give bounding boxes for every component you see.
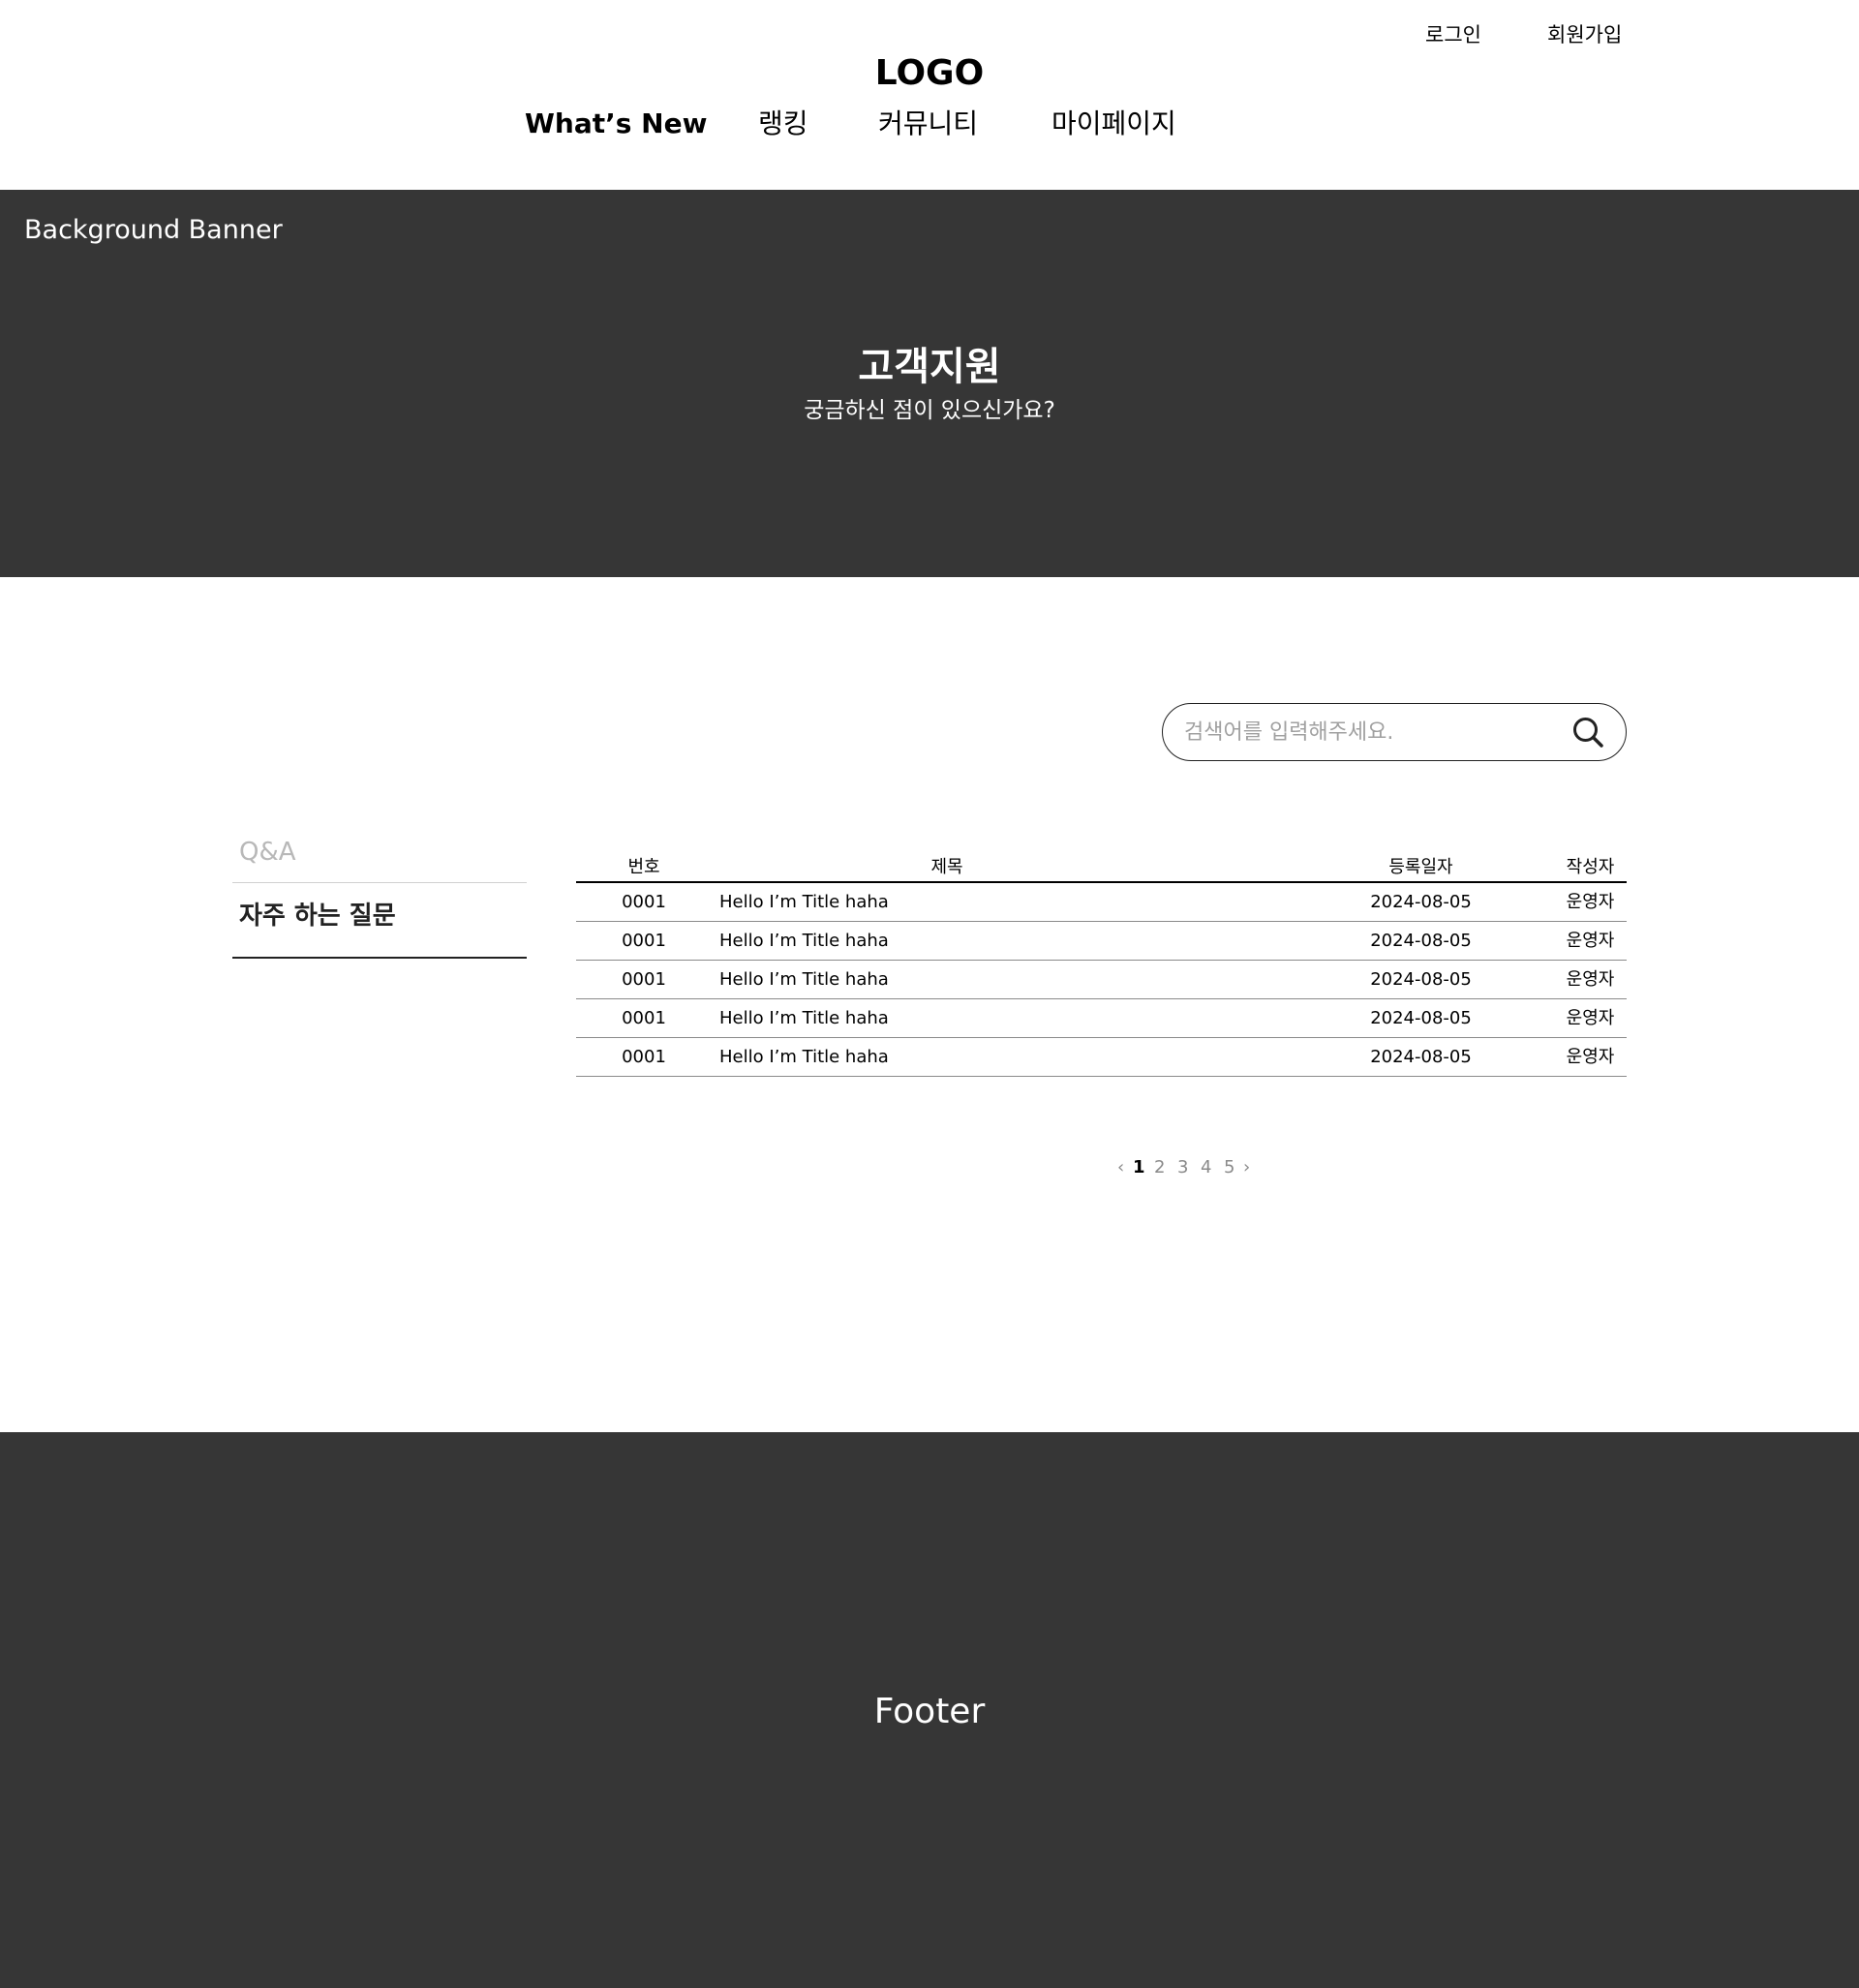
- page-link-1[interactable]: 1: [1133, 1154, 1145, 1181]
- side-menu-item-faq[interactable]: 자주 하는 질문: [232, 883, 527, 959]
- side-menu-item-qa[interactable]: Q&A: [232, 825, 527, 883]
- row-number: 0001: [622, 892, 666, 912]
- row-author: 운영자: [1566, 1047, 1615, 1067]
- row-title[interactable]: Hello I’m Title haha: [719, 964, 889, 995]
- row-author: 운영자: [1566, 1008, 1615, 1028]
- row-title[interactable]: Hello I’m Title haha: [719, 926, 889, 957]
- row-date: 2024-08-05: [1370, 1008, 1472, 1028]
- row-author: 운영자: [1566, 969, 1615, 990]
- page-link-2[interactable]: 2: [1154, 1154, 1165, 1181]
- site-header: 로그인 회원가입 LOGO What’s New 랭킹 커뮤니티 마이페이지: [0, 0, 1859, 190]
- chevron-left-icon[interactable]: ‹: [1117, 1154, 1124, 1181]
- nav-item-mypage[interactable]: 마이페이지: [1051, 105, 1176, 143]
- footer-label: Footer: [873, 1692, 986, 1731]
- row-title[interactable]: Hello I’m Title haha: [719, 887, 889, 918]
- column-header-title: 제목: [930, 857, 963, 877]
- faq-table: 번호 제목 등록일자 작성자 0001 Hello I’m Title haha…: [576, 852, 1627, 1077]
- row-title[interactable]: Hello I’m Title haha: [719, 1003, 889, 1034]
- chevron-right-icon[interactable]: ›: [1243, 1154, 1250, 1181]
- table-row[interactable]: 0001 Hello I’m Title haha 2024-08-05 운영자: [576, 999, 1627, 1038]
- banner-label: Background Banner: [24, 215, 283, 245]
- page-link-5[interactable]: 5: [1224, 1154, 1234, 1181]
- logo[interactable]: LOGO: [0, 50, 1859, 97]
- row-date: 2024-08-05: [1370, 969, 1472, 990]
- hero-banner: Background Banner 고객지원 궁금하신 점이 있으신가요?: [0, 190, 1859, 577]
- page-link-3[interactable]: 3: [1177, 1154, 1188, 1181]
- login-link[interactable]: 로그인: [1425, 21, 1493, 48]
- row-number: 0001: [622, 969, 666, 990]
- search-input[interactable]: [1184, 714, 1552, 750]
- table-row[interactable]: 0001 Hello I’m Title haha 2024-08-05 운영자: [576, 1038, 1627, 1077]
- page-title: 고객지원: [858, 345, 1001, 389]
- signup-link[interactable]: 회원가입: [1547, 21, 1627, 48]
- page-link-4[interactable]: 4: [1201, 1154, 1211, 1181]
- row-author: 운영자: [1566, 892, 1615, 912]
- row-number: 0001: [622, 931, 666, 951]
- row-date: 2024-08-05: [1370, 1047, 1472, 1067]
- nav-item-ranking[interactable]: 랭킹: [758, 105, 808, 143]
- page-subtitle: 궁금하신 점이 있으신가요?: [804, 398, 1055, 423]
- column-header-date: 등록일자: [1388, 857, 1453, 877]
- table-row[interactable]: 0001 Hello I’m Title haha 2024-08-05 운영자: [576, 922, 1627, 961]
- site-footer: Footer: [0, 1432, 1859, 1988]
- row-number: 0001: [622, 1047, 666, 1067]
- nav-item-community[interactable]: 커뮤니티: [878, 105, 978, 143]
- table-row[interactable]: 0001 Hello I’m Title haha 2024-08-05 운영자: [576, 883, 1627, 922]
- side-menu-item-label: 자주 하는 질문: [239, 902, 396, 931]
- row-date: 2024-08-05: [1370, 892, 1472, 912]
- row-author: 운영자: [1566, 931, 1615, 951]
- side-menu: Q&A 자주 하는 질문: [232, 825, 527, 959]
- table-row[interactable]: 0001 Hello I’m Title haha 2024-08-05 운영자: [576, 961, 1627, 999]
- search-icon[interactable]: [1569, 714, 1608, 752]
- table-header: 번호 제목 등록일자 작성자: [576, 852, 1627, 883]
- row-title[interactable]: Hello I’m Title haha: [719, 1042, 889, 1073]
- search-bar: [1162, 703, 1627, 761]
- row-number: 0001: [622, 1008, 666, 1028]
- column-header-author: 작성자: [1566, 857, 1615, 877]
- side-menu-item-label: Q&A: [239, 838, 296, 867]
- row-date: 2024-08-05: [1370, 931, 1472, 951]
- column-header-number: 번호: [627, 857, 660, 877]
- nav-item-whats-new[interactable]: What’s New: [525, 105, 707, 143]
